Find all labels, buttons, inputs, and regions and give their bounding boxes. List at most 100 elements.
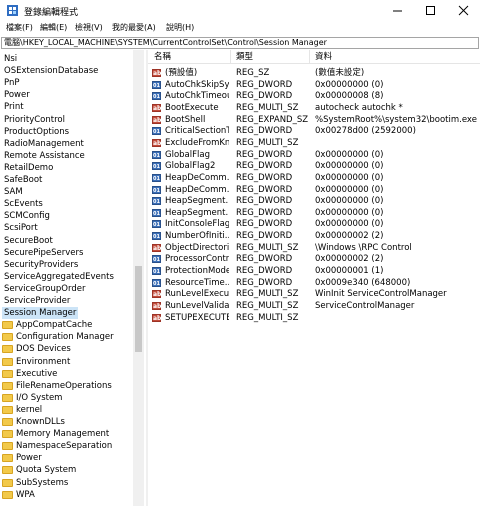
- column-divider[interactable]: [309, 50, 310, 64]
- tree-item[interactable]: ServiceProvider: [2, 295, 72, 307]
- column-header-name[interactable]: 名稱: [154, 52, 171, 62]
- tree-item-label: Configuration Manager: [16, 332, 114, 343]
- value-row[interactable]: 01 HeapDeComm... REG_DWORD 0x00000000 (0): [148, 184, 480, 196]
- value-row[interactable]: 01 ProcessorControl REG_DWORD 0x00000002 (2…: [148, 253, 480, 265]
- column-header-type[interactable]: 類型: [236, 52, 253, 62]
- value-row[interactable]: 01 ProtectionMode REG_DWORD 0x00000001 (1): [148, 265, 480, 277]
- value-row[interactable]: 01 GlobalFlag2 REG_DWORD 0x00000000 (0): [148, 160, 480, 172]
- value-row[interactable]: 01 HeapSegment... REG_DWORD 0x00000000 (0): [148, 207, 480, 219]
- value-row[interactable]: abExcludeFromKn... REG_MULTI_SZ: [148, 137, 480, 149]
- tree-item[interactable]: Executive: [2, 368, 130, 380]
- tree-item[interactable]: ServiceAggregatedEvents: [2, 271, 116, 283]
- tree-item[interactable]: Environment: [2, 356, 130, 368]
- value-data: 0x00000000 (0): [315, 207, 384, 218]
- close-button[interactable]: [447, 0, 480, 22]
- tree-item-label: SAM: [4, 187, 23, 198]
- value-row[interactable]: 01 InitConsoleFlags REG_DWORD 0x00000000 (0…: [148, 218, 480, 230]
- tree-item[interactable]: PriorityControl: [2, 114, 67, 126]
- tree-item-label: AppCompatCache: [16, 320, 93, 331]
- value-row[interactable]: ab BootShell REG_EXPAND_SZ %SystemRoot%\sys…: [148, 114, 480, 126]
- value-row[interactable]: abRunLevelExecute REG_MULTI_SZ WinInit Ser…: [148, 288, 480, 300]
- tree-item[interactable]: Configuration Manager: [2, 331, 130, 343]
- tree-item-label: KnownDLLs: [16, 417, 65, 427]
- tree-item[interactable]: ScEvents: [2, 198, 45, 210]
- value-row[interactable]: 01 AutoChkSkipSy... REG_DWORD 0x00000000 (0…: [148, 79, 480, 91]
- value-data: 0x00000001 (1): [315, 266, 384, 277]
- binary-value-icon: 01: [152, 127, 161, 136]
- value-name: GlobalFlag2: [165, 161, 216, 172]
- tree-item[interactable]: DOS Devices: [2, 343, 130, 355]
- menu-view[interactable]: 檢視(V): [75, 22, 103, 34]
- minimize-button[interactable]: [381, 0, 414, 22]
- tree-item[interactable]: Quota System: [2, 464, 130, 476]
- tree-item[interactable]: SAM: [2, 186, 25, 198]
- maximize-button[interactable]: [414, 0, 447, 22]
- menu-edit[interactable]: 編輯(E): [40, 22, 67, 34]
- tree-item[interactable]: FileRenameOperations: [2, 380, 130, 392]
- binary-value-icon: 01: [152, 255, 161, 264]
- tree-item-label: NamespaceSeparation: [16, 441, 113, 452]
- tree-item[interactable]: SafeBoot: [2, 174, 44, 186]
- tree-item[interactable]: I/O System: [2, 392, 130, 404]
- menu-file[interactable]: 檔案(F): [6, 22, 33, 34]
- tree-item[interactable]: ScsiPort: [2, 222, 40, 234]
- tree-item[interactable]: NamespaceSeparation: [2, 440, 130, 452]
- tree-item[interactable]: SecureBoot: [2, 235, 55, 247]
- maximize-icon: [426, 6, 435, 15]
- value-row[interactable]: 01 AutoChkTimeout REG_DWORD 0x00000008 (8): [148, 90, 480, 102]
- tree-item[interactable]: Memory Management: [2, 428, 130, 440]
- tree-item[interactable]: ProductOptions: [2, 126, 71, 138]
- tree-item[interactable]: Power: [2, 89, 32, 101]
- value-data: 0x00278d00 (2592000): [315, 126, 416, 137]
- value-row[interactable]: abRunLevelValida... REG_MULTI_SZ ServiceCo…: [148, 300, 480, 312]
- tree-item[interactable]: KnownDLLs: [2, 416, 130, 428]
- value-type: REG_DWORD: [236, 184, 293, 195]
- tree-item[interactable]: SecurePipeServers: [2, 247, 85, 259]
- tree-item[interactable]: Remote Assistance: [2, 150, 87, 162]
- tree-item-label: PnP: [4, 78, 20, 89]
- value-row[interactable]: abObjectDirectori... REG_MULTI_SZ \Windows…: [148, 242, 480, 254]
- value-data: 0x00000000 (0): [315, 161, 384, 172]
- menu-help[interactable]: 說明(H): [166, 22, 194, 34]
- value-row[interactable]: 01 GlobalFlag REG_DWORD 0x00000000 (0): [148, 149, 480, 161]
- address-path[interactable]: 電腦\HKEY_LOCAL_MACHINE\SYSTEM\CurrentCont…: [4, 38, 327, 48]
- value-row[interactable]: 01 HeapSegment... REG_DWORD 0x00000000 (0): [148, 195, 480, 207]
- tree-item[interactable]: Print: [2, 101, 26, 113]
- value-name: ProcessorControl: [165, 254, 229, 265]
- binary-value-icon: 01: [152, 232, 161, 241]
- tree-item[interactable]: WPA: [2, 489, 130, 501]
- tree-item[interactable]: SubSystems: [2, 477, 130, 489]
- tree-item[interactable]: Nsi: [2, 53, 19, 65]
- folder-icon: [2, 478, 13, 487]
- tree-item[interactable]: AppCompatCache: [2, 319, 130, 331]
- address-bar[interactable]: 電腦\HKEY_LOCAL_MACHINE\SYSTEM\CurrentCont…: [1, 37, 479, 49]
- tree-item-label: Remote Assistance: [4, 150, 85, 161]
- tree-item[interactable]: RadioManagement: [2, 138, 86, 150]
- menu-favorites[interactable]: 我的最愛(A): [112, 22, 156, 34]
- tree-item[interactable]: PnP: [2, 77, 22, 89]
- tree-item[interactable]: kernel: [2, 404, 130, 416]
- value-data: 0x00000000 (0): [315, 184, 384, 195]
- column-header-data[interactable]: 資料: [315, 52, 332, 62]
- tree-item[interactable]: ServiceGroupOrder: [2, 283, 87, 295]
- value-row[interactable]: ab SETUPEXECUTE REG_MULTI_SZ: [148, 312, 480, 324]
- tree-item[interactable]: RetailDemo: [2, 162, 55, 174]
- column-divider[interactable]: [230, 50, 231, 64]
- value-type: REG_DWORD: [236, 231, 293, 242]
- tree-scrollbar[interactable]: [133, 50, 144, 506]
- value-row[interactable]: 01 CriticalSectionT... REG_DWORD 0x00278d00…: [148, 125, 480, 137]
- value-row[interactable]: 01 ResourceTime... REG_DWORD 0x0009e340 (64…: [148, 277, 480, 289]
- tree-item[interactable]: Power: [2, 452, 130, 464]
- value-row[interactable]: ab BootExecute REG_MULTI_SZ autocheck autoc…: [148, 102, 480, 114]
- value-type: REG_DWORD: [236, 172, 293, 183]
- value-row[interactable]: 01 NumberOfIniti... REG_DWORD 0x00000002 (2…: [148, 230, 480, 242]
- tree-scrollbar-thumb[interactable]: [135, 266, 142, 352]
- tree-item[interactable]: SCMConfig: [2, 210, 52, 222]
- tree-item[interactable]: OSExtensionDatabase: [2, 65, 100, 77]
- value-row[interactable]: 01 HeapDeComm... REG_DWORD 0x00000000 (0): [148, 172, 480, 184]
- value-type: REG_MULTI_SZ: [236, 289, 299, 300]
- tree-item[interactable]: SecurityProviders: [2, 259, 80, 271]
- tree-item-label: SCMConfig: [4, 211, 50, 222]
- value-row[interactable]: ab (預設值) REG_SZ (數值未設定): [148, 67, 480, 79]
- tree-item-selected[interactable]: Session Manager: [2, 307, 79, 320]
